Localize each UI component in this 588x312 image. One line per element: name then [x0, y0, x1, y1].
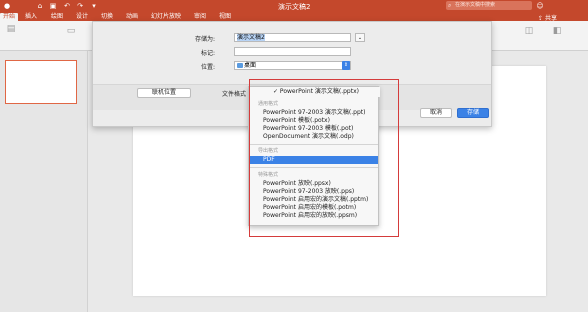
design-ideas-icon: ◧ — [552, 26, 562, 36]
cancel-button[interactable]: 取消 — [420, 108, 452, 118]
chevron-down-icon: ⌄ — [357, 35, 363, 41]
new-slide-button[interactable]: ▭ — [62, 25, 80, 47]
more-icon[interactable]: ▾ — [90, 2, 98, 10]
design-ideas-button[interactable]: ◧ — [548, 25, 566, 47]
save-button[interactable]: 存储 — [457, 108, 489, 118]
tab-view[interactable]: 视图 — [216, 13, 234, 21]
search-placeholder: 在演示文稿中搜索 — [455, 2, 496, 8]
online-locations-button[interactable]: 联机位置 — [137, 88, 191, 98]
location-value: 桌面 — [244, 62, 257, 69]
slide-thumbnail[interactable] — [5, 60, 77, 104]
paste-button[interactable]: ▤ — [2, 23, 20, 45]
search-icon: ⌕ — [448, 2, 452, 9]
paste-icon: ▤ — [6, 24, 16, 34]
tab-insert[interactable]: 插入 — [22, 13, 40, 21]
convert-smartart-button[interactable]: ◫ — [520, 25, 538, 47]
tab-design[interactable]: 设计 — [73, 13, 91, 21]
window-title: 演示文稿2 — [278, 3, 311, 11]
undo-icon[interactable]: ↶ — [63, 2, 71, 10]
new-slide-icon: ▭ — [66, 26, 76, 36]
tab-draw[interactable]: 绘图 — [48, 13, 66, 21]
tab-transitions[interactable]: 切换 — [98, 13, 116, 21]
redo-icon[interactable]: ↷ — [76, 2, 84, 10]
title-bar: ● ⌂ ▣ ↶ ↷ ▾ 演示文稿2 ⌕ 在演示文稿中搜索 ☺ — [0, 0, 588, 12]
file-format-label: 文件格式 — [222, 91, 247, 98]
save-as-field[interactable]: 演示文稿2 — [234, 33, 351, 42]
annotation-highlight-box — [249, 79, 399, 237]
search-input[interactable]: ⌕ 在演示文稿中搜索 — [446, 1, 532, 10]
ribbon-tab-bar: 开始 插入 绘图 设计 切换 动画 幻灯片放映 审阅 视图 ⇪ 共享 — [0, 12, 588, 22]
expand-dialog-button[interactable]: ⌄ — [355, 33, 365, 42]
smartart-icon: ◫ — [524, 26, 534, 36]
user-icon[interactable]: ☺ — [536, 2, 544, 10]
tab-animations[interactable]: 动画 — [123, 13, 141, 21]
save-as-value: 演示文稿2 — [237, 34, 265, 41]
save-as-label: 存储为: — [194, 36, 215, 43]
tab-review[interactable]: 审阅 — [191, 13, 209, 21]
close-window-icon[interactable]: ● — [3, 2, 11, 10]
select-arrows-icon: ⇕ — [342, 61, 350, 70]
tab-home[interactable]: 开始 — [0, 13, 19, 21]
tags-field[interactable] — [234, 47, 351, 56]
tab-slideshow[interactable]: 幻灯片放映 — [148, 13, 184, 21]
folder-icon — [237, 63, 243, 68]
tags-label: 标记: — [200, 50, 215, 57]
save-icon[interactable]: ▣ — [49, 2, 57, 10]
home-icon[interactable]: ⌂ — [36, 2, 44, 10]
where-label: 位置: — [200, 64, 215, 71]
location-select[interactable]: 桌面 ⇕ — [234, 61, 351, 70]
